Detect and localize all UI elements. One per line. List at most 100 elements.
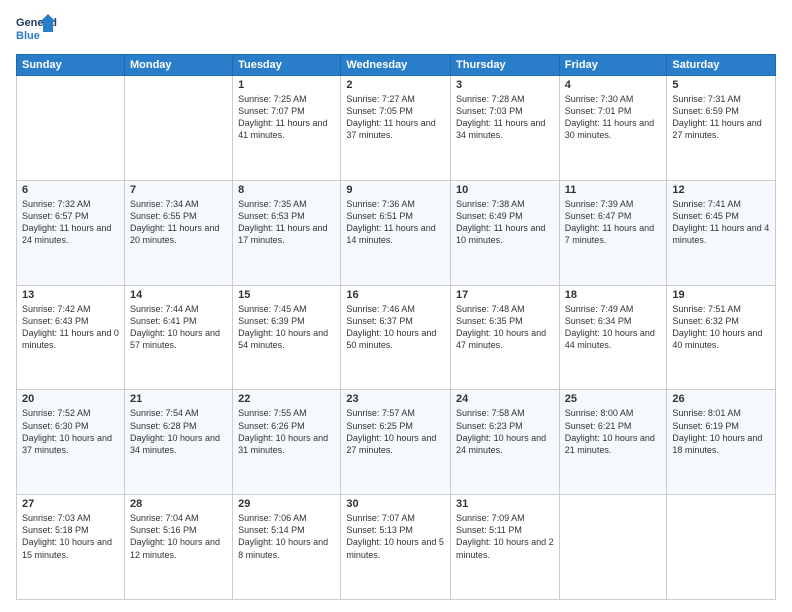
cell-content: Sunrise: 7:31 AM Sunset: 6:59 PM Dayligh… bbox=[672, 93, 770, 142]
day-number: 15 bbox=[238, 289, 335, 301]
calendar-cell: 25 Sunrise: 8:00 AM Sunset: 6:21 PM Dayli… bbox=[559, 390, 667, 495]
day-number: 31 bbox=[456, 498, 554, 510]
day-number: 14 bbox=[130, 289, 227, 301]
cell-content: Sunrise: 7:36 AM Sunset: 6:51 PM Dayligh… bbox=[346, 198, 445, 247]
calendar-week-row: 13 Sunrise: 7:42 AM Sunset: 6:43 PM Dayli… bbox=[17, 285, 776, 390]
day-number: 4 bbox=[565, 79, 662, 91]
day-number: 29 bbox=[238, 498, 335, 510]
day-number: 1 bbox=[238, 79, 335, 91]
day-number: 9 bbox=[346, 184, 445, 196]
cell-content: Sunrise: 7:48 AM Sunset: 6:35 PM Dayligh… bbox=[456, 303, 554, 352]
calendar-cell: 1 Sunrise: 7:25 AM Sunset: 7:07 PM Daylig… bbox=[233, 76, 341, 181]
day-number: 24 bbox=[456, 393, 554, 405]
cell-content: Sunrise: 7:27 AM Sunset: 7:05 PM Dayligh… bbox=[346, 93, 445, 142]
day-number: 8 bbox=[238, 184, 335, 196]
logo: General Blue bbox=[16, 12, 58, 48]
day-number: 6 bbox=[22, 184, 119, 196]
day-number: 22 bbox=[238, 393, 335, 405]
calendar-cell: 8 Sunrise: 7:35 AM Sunset: 6:53 PM Daylig… bbox=[233, 180, 341, 285]
calendar-header: SundayMondayTuesdayWednesdayThursdayFrid… bbox=[17, 55, 776, 76]
day-number: 5 bbox=[672, 79, 770, 91]
calendar-cell: 28Sunrise: 7:04 AM Sunset: 5:16 PM Dayli… bbox=[124, 495, 232, 600]
weekday-header: Thursday bbox=[451, 55, 560, 76]
calendar-cell: 23Sunrise: 7:57 AM Sunset: 6:25 PM Dayli… bbox=[341, 390, 451, 495]
cell-content: Sunrise: 7:52 AM Sunset: 6:30 PM Dayligh… bbox=[22, 407, 119, 456]
day-number: 16 bbox=[346, 289, 445, 301]
cell-content: Sunrise: 7:32 AM Sunset: 6:57 PM Dayligh… bbox=[22, 198, 119, 247]
cell-content: Sunrise: 7:35 AM Sunset: 6:53 PM Dayligh… bbox=[238, 198, 335, 247]
weekday-header: Monday bbox=[124, 55, 232, 76]
calendar-cell bbox=[667, 495, 776, 600]
calendar-cell: 13 Sunrise: 7:42 AM Sunset: 6:43 PM Dayli… bbox=[17, 285, 125, 390]
header: General Blue bbox=[16, 12, 776, 48]
weekday-header: Saturday bbox=[667, 55, 776, 76]
cell-content: Sunrise: 7:57 AM Sunset: 6:25 PM Dayligh… bbox=[346, 407, 445, 456]
day-number: 17 bbox=[456, 289, 554, 301]
cell-content: Sunrise: 7:49 AM Sunset: 6:34 PM Dayligh… bbox=[565, 303, 662, 352]
calendar-cell: 4Sunrise: 7:30 AM Sunset: 7:01 PM Daylig… bbox=[559, 76, 667, 181]
cell-content: Sunrise: 7:51 AM Sunset: 6:32 PM Dayligh… bbox=[672, 303, 770, 352]
cell-content: Sunrise: 8:00 AM Sunset: 6:21 PM Dayligh… bbox=[565, 407, 662, 456]
day-number: 30 bbox=[346, 498, 445, 510]
cell-content: Sunrise: 7:03 AM Sunset: 5:18 PM Dayligh… bbox=[22, 512, 119, 561]
calendar-cell: 11 Sunrise: 7:39 AM Sunset: 6:47 PM Dayli… bbox=[559, 180, 667, 285]
cell-content: Sunrise: 7:06 AM Sunset: 5:14 PM Dayligh… bbox=[238, 512, 335, 561]
logo-svg: General Blue bbox=[16, 12, 58, 48]
cell-content: Sunrise: 7:28 AM Sunset: 7:03 PM Dayligh… bbox=[456, 93, 554, 142]
cell-content: Sunrise: 7:55 AM Sunset: 6:26 PM Dayligh… bbox=[238, 407, 335, 456]
day-number: 12 bbox=[672, 184, 770, 196]
cell-content: Sunrise: 7:39 AM Sunset: 6:47 PM Dayligh… bbox=[565, 198, 662, 247]
cell-content: Sunrise: 7:34 AM Sunset: 6:55 PM Dayligh… bbox=[130, 198, 227, 247]
cell-content: Sunrise: 7:45 AM Sunset: 6:39 PM Dayligh… bbox=[238, 303, 335, 352]
cell-content: Sunrise: 7:09 AM Sunset: 5:11 PM Dayligh… bbox=[456, 512, 554, 561]
cell-content: Sunrise: 7:42 AM Sunset: 6:43 PM Dayligh… bbox=[22, 303, 119, 352]
day-number: 25 bbox=[565, 393, 662, 405]
cell-content: Sunrise: 7:41 AM Sunset: 6:45 PM Dayligh… bbox=[672, 198, 770, 247]
cell-content: Sunrise: 7:04 AM Sunset: 5:16 PM Dayligh… bbox=[130, 512, 227, 561]
cell-content: Sunrise: 7:38 AM Sunset: 6:49 PM Dayligh… bbox=[456, 198, 554, 247]
day-number: 3 bbox=[456, 79, 554, 91]
calendar-week-row: 27 Sunrise: 7:03 AM Sunset: 5:18 PM Dayli… bbox=[17, 495, 776, 600]
weekday-row: SundayMondayTuesdayWednesdayThursdayFrid… bbox=[17, 55, 776, 76]
svg-text:Blue: Blue bbox=[16, 30, 40, 42]
day-number: 10 bbox=[456, 184, 554, 196]
calendar-cell: 29 Sunrise: 7:06 AM Sunset: 5:14 PM Dayli… bbox=[233, 495, 341, 600]
day-number: 27 bbox=[22, 498, 119, 510]
calendar-body: 1 Sunrise: 7:25 AM Sunset: 7:07 PM Daylig… bbox=[17, 76, 776, 600]
calendar-cell: 3 Sunrise: 7:28 AM Sunset: 7:03 PM Daylig… bbox=[451, 76, 560, 181]
calendar-cell: 27 Sunrise: 7:03 AM Sunset: 5:18 PM Dayli… bbox=[17, 495, 125, 600]
weekday-header: Friday bbox=[559, 55, 667, 76]
day-number: 13 bbox=[22, 289, 119, 301]
calendar-cell: 19 Sunrise: 7:51 AM Sunset: 6:32 PM Dayli… bbox=[667, 285, 776, 390]
day-number: 18 bbox=[565, 289, 662, 301]
day-number: 7 bbox=[130, 184, 227, 196]
calendar-cell: 10 Sunrise: 7:38 AM Sunset: 6:49 PM Dayli… bbox=[451, 180, 560, 285]
cell-content: Sunrise: 7:46 AM Sunset: 6:37 PM Dayligh… bbox=[346, 303, 445, 352]
calendar-cell: 21 Sunrise: 7:54 AM Sunset: 6:28 PM Dayli… bbox=[124, 390, 232, 495]
day-number: 26 bbox=[672, 393, 770, 405]
cell-content: Sunrise: 8:01 AM Sunset: 6:19 PM Dayligh… bbox=[672, 407, 770, 456]
calendar-cell: 2Sunrise: 7:27 AM Sunset: 7:05 PM Daylig… bbox=[341, 76, 451, 181]
calendar-cell: 6 Sunrise: 7:32 AM Sunset: 6:57 PM Daylig… bbox=[17, 180, 125, 285]
calendar-cell: 15 Sunrise: 7:45 AM Sunset: 6:39 PM Dayli… bbox=[233, 285, 341, 390]
calendar-week-row: 1 Sunrise: 7:25 AM Sunset: 7:07 PM Daylig… bbox=[17, 76, 776, 181]
cell-content: Sunrise: 7:44 AM Sunset: 6:41 PM Dayligh… bbox=[130, 303, 227, 352]
calendar-cell: 9 Sunrise: 7:36 AM Sunset: 6:51 PM Daylig… bbox=[341, 180, 451, 285]
calendar-cell: 7 Sunrise: 7:34 AM Sunset: 6:55 PM Daylig… bbox=[124, 180, 232, 285]
calendar-week-row: 20Sunrise: 7:52 AM Sunset: 6:30 PM Dayli… bbox=[17, 390, 776, 495]
day-number: 11 bbox=[565, 184, 662, 196]
calendar-week-row: 6 Sunrise: 7:32 AM Sunset: 6:57 PM Daylig… bbox=[17, 180, 776, 285]
cell-content: Sunrise: 7:54 AM Sunset: 6:28 PM Dayligh… bbox=[130, 407, 227, 456]
calendar-cell bbox=[17, 76, 125, 181]
cell-content: Sunrise: 7:58 AM Sunset: 6:23 PM Dayligh… bbox=[456, 407, 554, 456]
day-number: 21 bbox=[130, 393, 227, 405]
cell-content: Sunrise: 7:07 AM Sunset: 5:13 PM Dayligh… bbox=[346, 512, 445, 561]
calendar-cell: 20Sunrise: 7:52 AM Sunset: 6:30 PM Dayli… bbox=[17, 390, 125, 495]
weekday-header: Tuesday bbox=[233, 55, 341, 76]
calendar-cell: 17 Sunrise: 7:48 AM Sunset: 6:35 PM Dayli… bbox=[451, 285, 560, 390]
cell-content: Sunrise: 7:25 AM Sunset: 7:07 PM Dayligh… bbox=[238, 93, 335, 142]
calendar-cell bbox=[124, 76, 232, 181]
day-number: 19 bbox=[672, 289, 770, 301]
calendar-cell: 30 Sunrise: 7:07 AM Sunset: 5:13 PM Dayli… bbox=[341, 495, 451, 600]
calendar-cell: 24 Sunrise: 7:58 AM Sunset: 6:23 PM Dayli… bbox=[451, 390, 560, 495]
